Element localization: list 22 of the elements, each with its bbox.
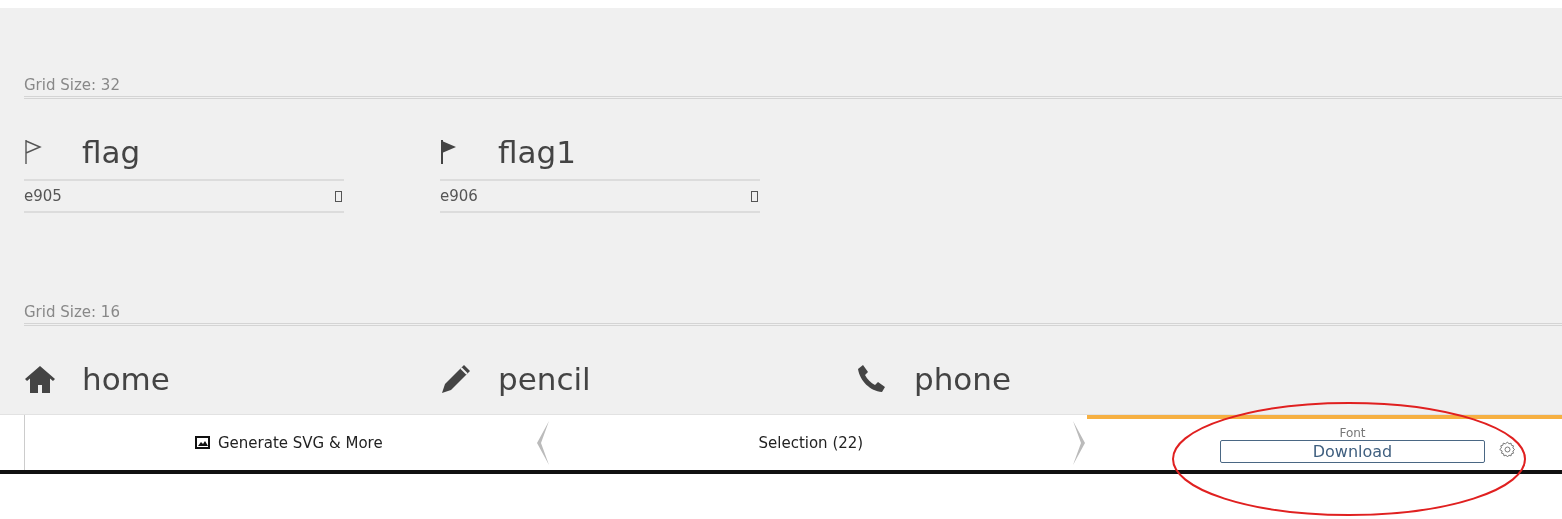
grid-size-heading: Grid Size: 32 (24, 76, 1562, 99)
download-button[interactable]: Download (1220, 440, 1485, 463)
glyph-box-icon (751, 190, 758, 202)
glyph-name: flag1 (498, 134, 576, 170)
glyph-code: e905 (24, 187, 62, 205)
glyph-name: flag (82, 134, 141, 170)
font-label: Font (1339, 426, 1366, 440)
flag-icon (440, 139, 458, 165)
flag-icon (24, 139, 42, 165)
glyph-name: phone (914, 361, 1011, 397)
glyph-name: home (82, 361, 170, 397)
home-icon (24, 364, 56, 394)
glyph-name: pencil (498, 361, 591, 397)
grid-size-heading: Grid Size: 16 (24, 303, 1562, 326)
generate-svg-button[interactable]: Generate SVG & More (191, 429, 387, 456)
glyph-box-icon (335, 190, 342, 202)
selection-button[interactable]: Selection (22) (754, 429, 868, 456)
settings-icon[interactable] (1499, 441, 1516, 458)
image-icon (195, 436, 210, 449)
phone-icon (856, 363, 888, 395)
pencil-icon (440, 363, 472, 395)
glyph-code: e906 (440, 187, 478, 205)
